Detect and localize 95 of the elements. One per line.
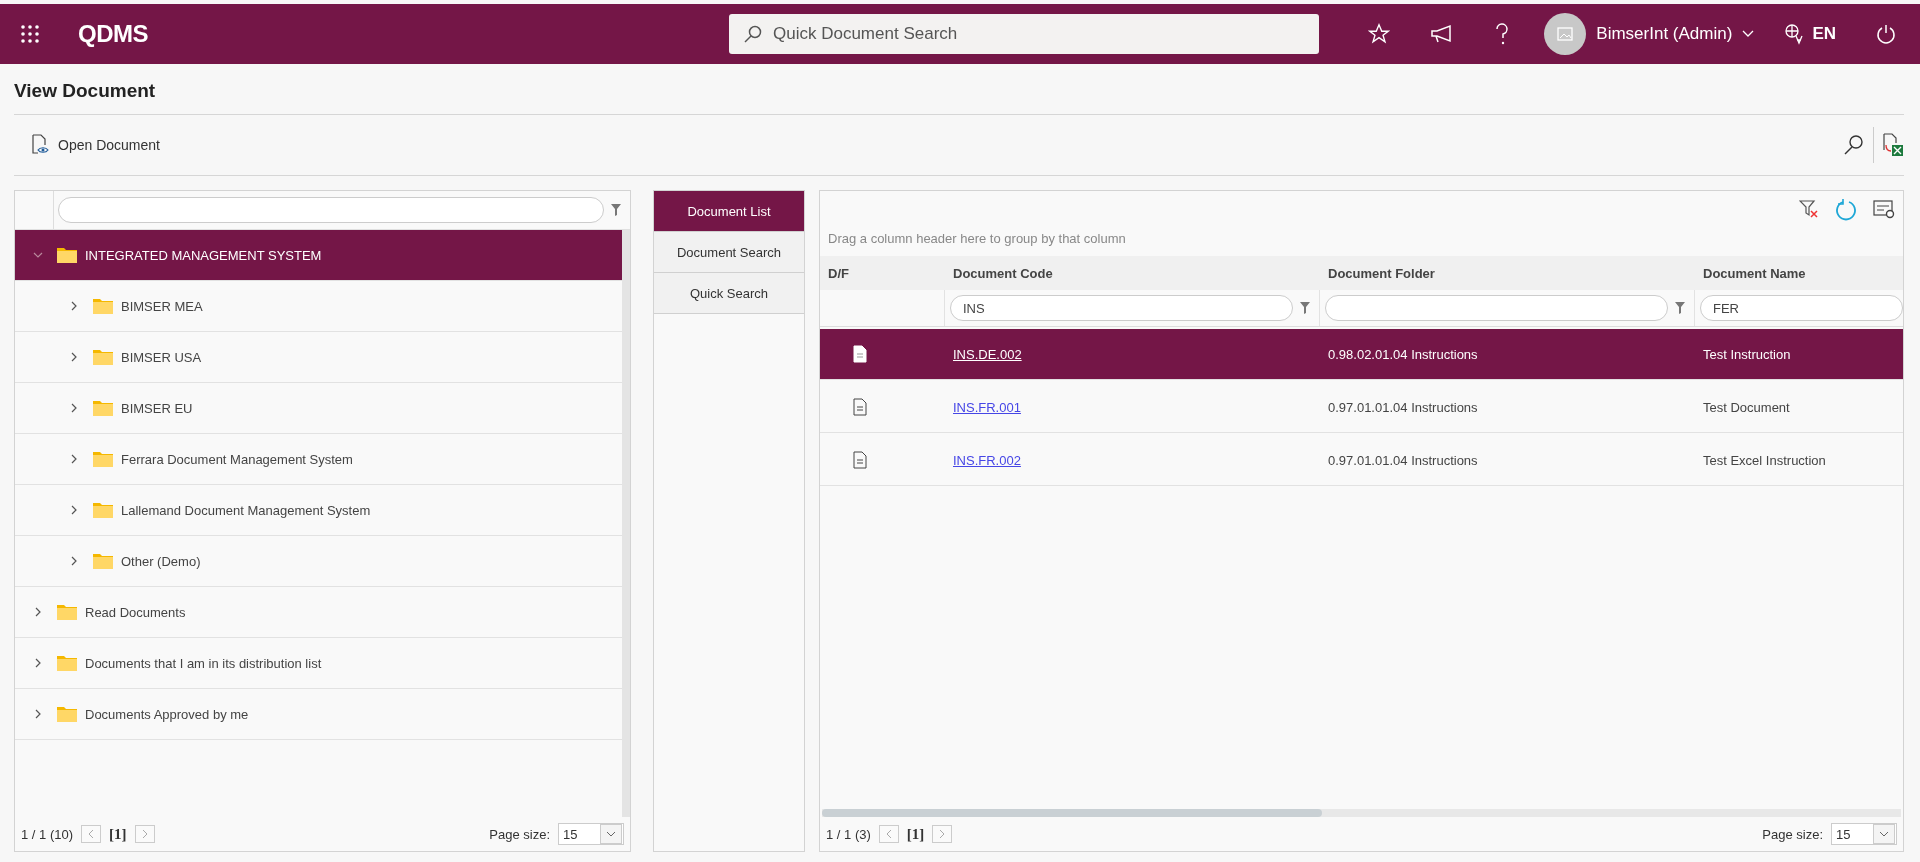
document-icon: [853, 398, 867, 416]
table-cell: Test Document: [1703, 399, 1790, 415]
page-title: View Document: [14, 64, 1904, 115]
chevron-left-icon: [885, 829, 892, 839]
folder-icon: [93, 400, 113, 416]
column-header[interactable]: Document Name: [1695, 265, 1903, 281]
chevron-right-icon: [939, 829, 946, 839]
chevron-right-icon[interactable]: [33, 658, 43, 668]
chevron-right-icon: [141, 829, 148, 839]
pager-summary: 1 / 1 (3): [826, 826, 871, 842]
group-by-hint: Drag a column header here to group by that column: [827, 230, 1127, 248]
document-code-link[interactable]: INS.FR.002: [953, 452, 1021, 468]
table-row[interactable]: INS.DE.002 0.98.02.01.04 Instructions Test Instruction: [820, 329, 1903, 380]
tab[interactable]: Document List: [654, 191, 804, 232]
quick-search-field[interactable]: Quick Document Search: [729, 14, 1319, 54]
filter-icon[interactable]: [610, 203, 622, 217]
scrollbar[interactable]: [622, 230, 630, 817]
chevron-right-icon[interactable]: [33, 607, 43, 617]
filter-icon[interactable]: [1674, 301, 1686, 315]
document-eye-icon: [30, 134, 50, 156]
app-grid-icon[interactable]: [20, 24, 40, 44]
tree-item[interactable]: Other (Demo): [15, 536, 622, 587]
scrollbar[interactable]: [822, 809, 1322, 817]
refresh-icon[interactable]: [1835, 199, 1857, 221]
chevron-right-icon[interactable]: [69, 454, 79, 464]
folder-icon: [93, 349, 113, 365]
tab[interactable]: Quick Search: [654, 273, 804, 314]
caret-icon: [1879, 831, 1889, 837]
logo[interactable]: QDMS: [78, 20, 148, 48]
page-size-dropdown[interactable]: 15: [558, 823, 624, 845]
search-icon[interactable]: [1843, 134, 1865, 156]
chevron-right-icon[interactable]: [69, 352, 79, 362]
search-icon: [743, 24, 763, 44]
chevron-right-icon[interactable]: [69, 403, 79, 413]
column-header[interactable]: Document Folder: [1320, 265, 1695, 281]
folder-icon: [57, 247, 77, 263]
open-document-button[interactable]: Open Document: [14, 134, 176, 156]
document-icon: [853, 345, 867, 363]
page-size-dropdown[interactable]: 15: [1831, 823, 1897, 845]
tree-item[interactable]: Lallemand Document Management System: [15, 485, 622, 536]
caret-icon: [1742, 30, 1755, 38]
table-cell: Test Excel Instruction: [1703, 452, 1826, 468]
table-cell: 0.97.01.01.04 Instructions: [1328, 452, 1478, 468]
language-menu[interactable]: EN: [1784, 23, 1836, 45]
column-filter-field[interactable]: INS: [950, 295, 1293, 321]
document-icon: [853, 451, 867, 469]
folder-icon: [57, 604, 77, 620]
chevron-down-icon[interactable]: [33, 250, 43, 260]
tree-item[interactable]: Documents Approved by me: [15, 689, 622, 740]
folder-icon: [93, 451, 113, 467]
column-filter-field[interactable]: [1325, 295, 1668, 321]
user-menu[interactable]: BimserInt (Admin): [1544, 13, 1755, 55]
table-row[interactable]: INS.FR.002 0.97.01.01.04 Instructions Test Excel Instruction: [820, 435, 1903, 486]
pager-summary: 1 / 1 (10): [21, 826, 74, 842]
column-settings-icon[interactable]: [1873, 199, 1895, 219]
folder-icon: [57, 706, 77, 722]
current-page[interactable]: [1]: [109, 825, 127, 843]
help-icon[interactable]: [1494, 22, 1511, 46]
chevron-left-icon: [88, 829, 95, 839]
tree-item[interactable]: INTEGRATED MANAGEMENT SYSTEM: [15, 230, 622, 281]
clear-filter-icon[interactable]: [1799, 199, 1819, 219]
filter-icon[interactable]: [1299, 301, 1311, 315]
tree-item[interactable]: Read Documents: [15, 587, 622, 638]
caret-icon: [606, 831, 616, 837]
avatar-icon: [1544, 13, 1587, 55]
tree-item[interactable]: BIMSER MEA: [15, 281, 622, 332]
folder-icon: [93, 298, 113, 314]
document-code-link[interactable]: INS.FR.001: [953, 399, 1021, 415]
table-cell: 0.98.02.01.04 Instructions: [1328, 346, 1478, 362]
column-filter-field[interactable]: FER: [1700, 295, 1903, 321]
folder-icon: [57, 655, 77, 671]
folder-icon: [93, 502, 113, 518]
power-icon[interactable]: [1876, 23, 1896, 45]
document-code-link[interactable]: INS.DE.002: [953, 346, 1022, 362]
page-size-label: Page size:: [489, 826, 550, 842]
column-header[interactable]: Document Code: [945, 265, 1320, 281]
column-header[interactable]: D/F: [820, 265, 945, 281]
table-cell: Test Instruction: [1703, 346, 1791, 362]
chevron-right-icon[interactable]: [69, 556, 79, 566]
table-row[interactable]: INS.FR.001 0.97.01.01.04 Instructions Test Document: [820, 382, 1903, 433]
tree-item[interactable]: Ferrara Document Management System: [15, 434, 622, 485]
star-icon[interactable]: [1368, 23, 1391, 45]
chevron-right-icon[interactable]: [69, 301, 79, 311]
tab[interactable]: Document Search: [654, 232, 804, 273]
page-size-label: Page size:: [1762, 826, 1823, 842]
table-cell: 0.97.01.01.04 Instructions: [1328, 399, 1478, 415]
folder-icon: [93, 553, 113, 569]
chevron-right-icon[interactable]: [33, 709, 43, 719]
excel-export-icon[interactable]: [1882, 133, 1904, 157]
chevron-right-icon[interactable]: [69, 505, 79, 515]
tree-filter-field[interactable]: [58, 197, 604, 223]
current-page[interactable]: [1]: [906, 825, 925, 843]
tree-item[interactable]: Documents that I am in its distribution list: [15, 638, 622, 689]
tree-item[interactable]: BIMSER USA: [15, 332, 622, 383]
tree-item[interactable]: BIMSER EU: [15, 383, 622, 434]
